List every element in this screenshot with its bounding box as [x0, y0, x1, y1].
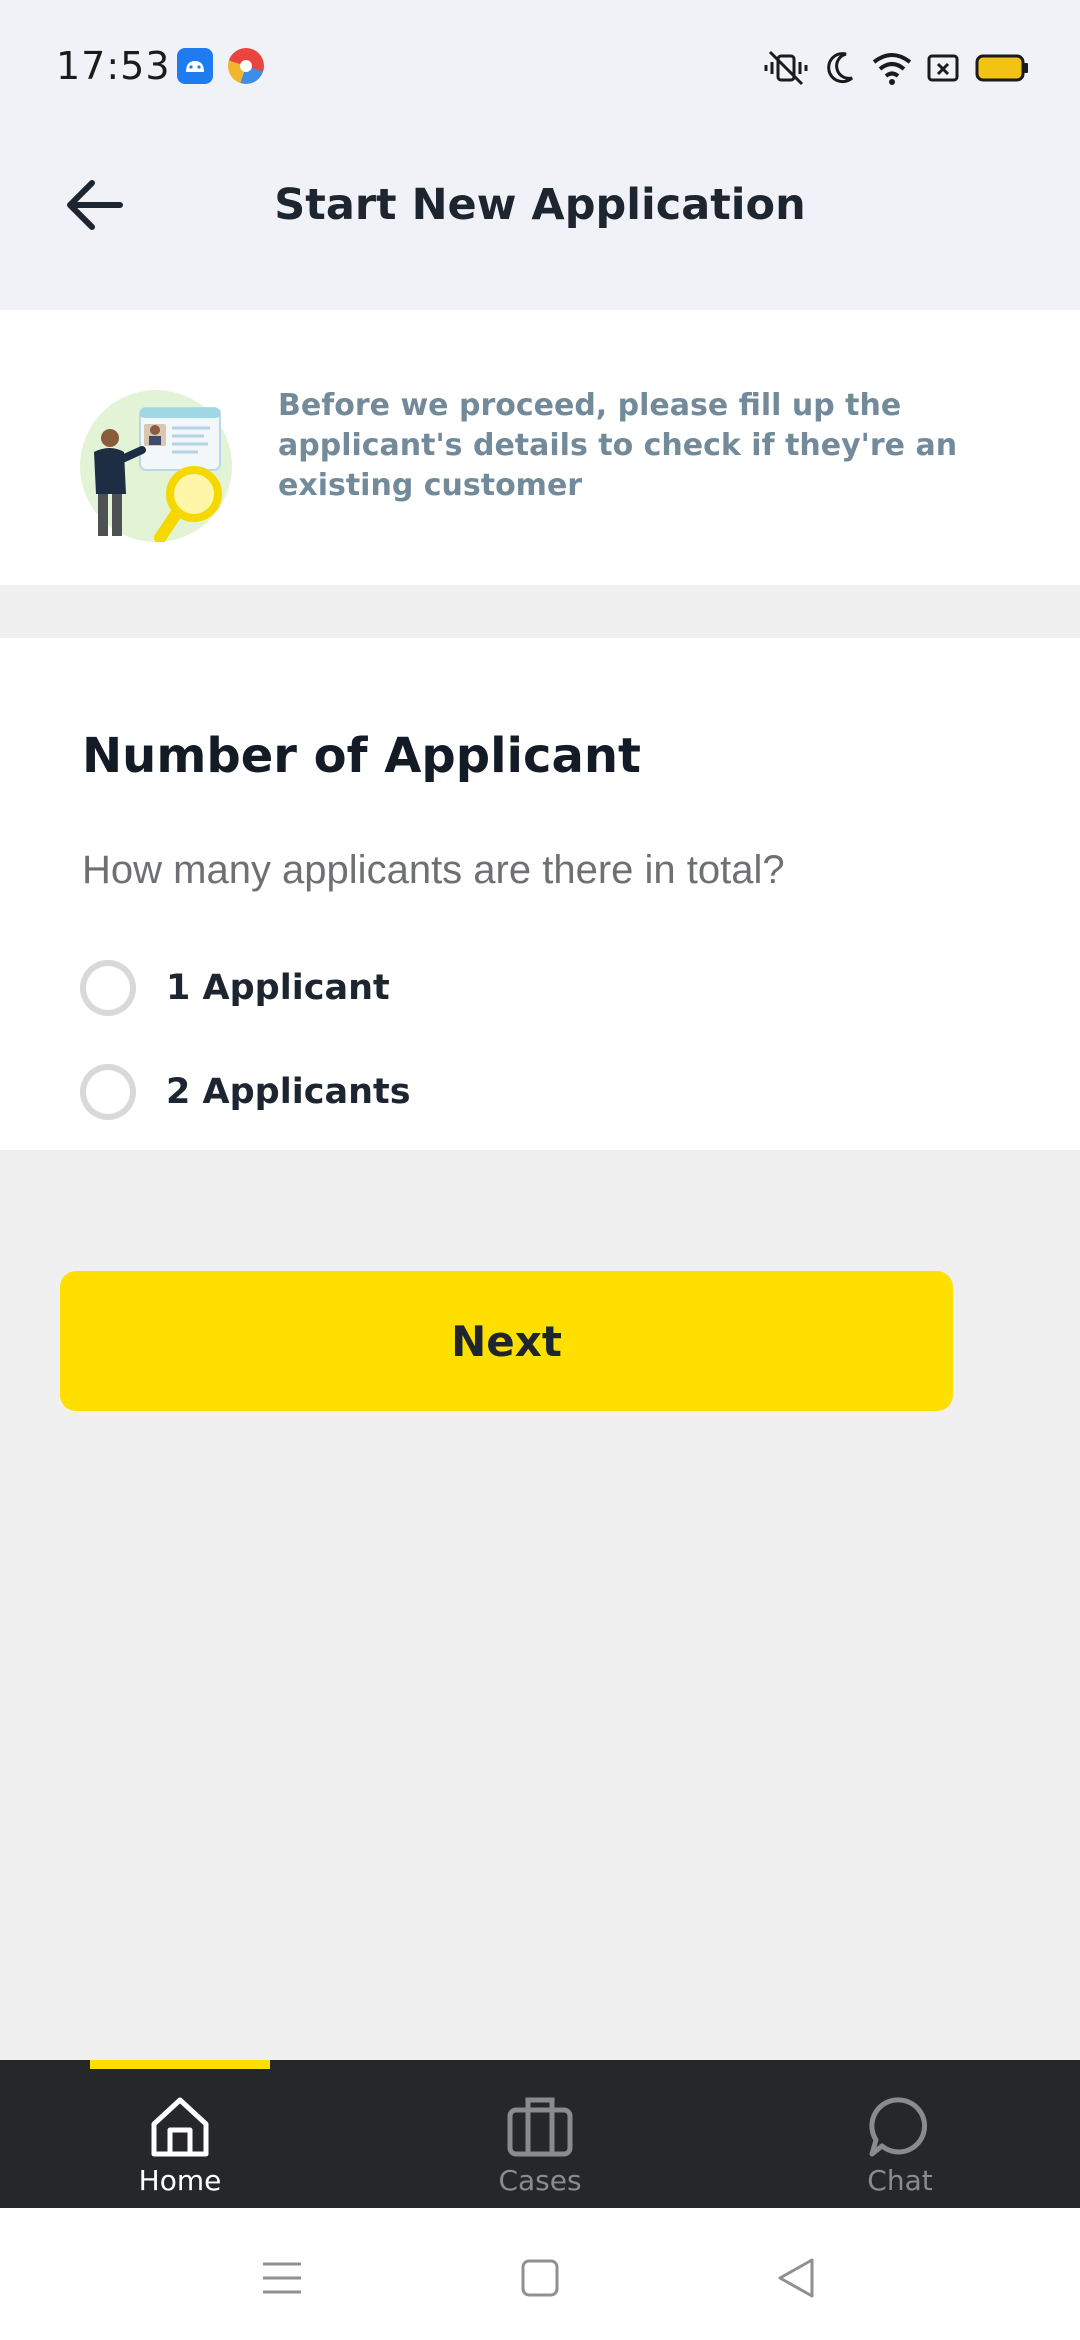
info-message: Before we proceed, please fill up the ap…: [278, 388, 958, 503]
page-title: Start New Application: [274, 180, 806, 230]
app-header: Start New Application: [0, 130, 1080, 310]
next-button[interactable]: Next: [60, 1271, 953, 1411]
triangle-back-icon: [778, 2258, 814, 2298]
browser-app-icon: [228, 48, 264, 84]
option-2-applicants[interactable]: 2 Applicants: [80, 1062, 411, 1122]
wifi-icon: [872, 53, 912, 85]
app-screen: 17:53 Start New Application Before we pr…: [0, 0, 1080, 2340]
back-system-button[interactable]: [766, 2248, 826, 2308]
chat-bubble-icon: [869, 2097, 928, 2157]
option-label: 2 Applicants: [166, 1072, 411, 1112]
status-bar: 17:53: [0, 0, 1080, 130]
nav-label: Home: [138, 2164, 222, 2197]
android-app-icon: [177, 48, 213, 84]
home-icon: [151, 2097, 209, 2157]
info-banner: Before we proceed, please fill up the ap…: [0, 310, 1080, 585]
option-label: 1 Applicant: [166, 968, 390, 1008]
menu-icon: [263, 2262, 301, 2294]
applicant-search-illustration: [80, 390, 232, 542]
applicant-count-form: Number of Applicant How many applicants …: [0, 638, 1080, 1150]
nav-item-chat[interactable]: Chat: [800, 2094, 1000, 2204]
home-system-button[interactable]: [510, 2248, 570, 2308]
active-tab-indicator: [90, 2060, 270, 2069]
briefcase-icon: [507, 2097, 573, 2157]
radio-button[interactable]: [80, 960, 136, 1016]
sim-icon: [927, 54, 959, 82]
question-text: How many applicants are there in total?: [82, 848, 785, 892]
moon-icon: [827, 52, 854, 84]
square-icon: [521, 2259, 559, 2297]
option-1-applicant[interactable]: 1 Applicant: [80, 958, 390, 1018]
nav-label: Cases: [498, 2164, 582, 2197]
menu-button[interactable]: [252, 2248, 312, 2308]
section-title: Number of Applicant: [82, 728, 641, 784]
bottom-nav: Home Cases Chat: [0, 2060, 1080, 2208]
nav-label: Chat: [867, 2164, 933, 2197]
vibrate-icon: [764, 50, 808, 86]
nav-item-home[interactable]: Home: [80, 2094, 280, 2204]
status-time: 17:53: [56, 44, 171, 88]
system-nav-bar: [0, 2208, 1080, 2340]
radio-button[interactable]: [80, 1064, 136, 1120]
nav-item-cases[interactable]: Cases: [440, 2094, 640, 2204]
battery-icon: [975, 54, 1028, 82]
